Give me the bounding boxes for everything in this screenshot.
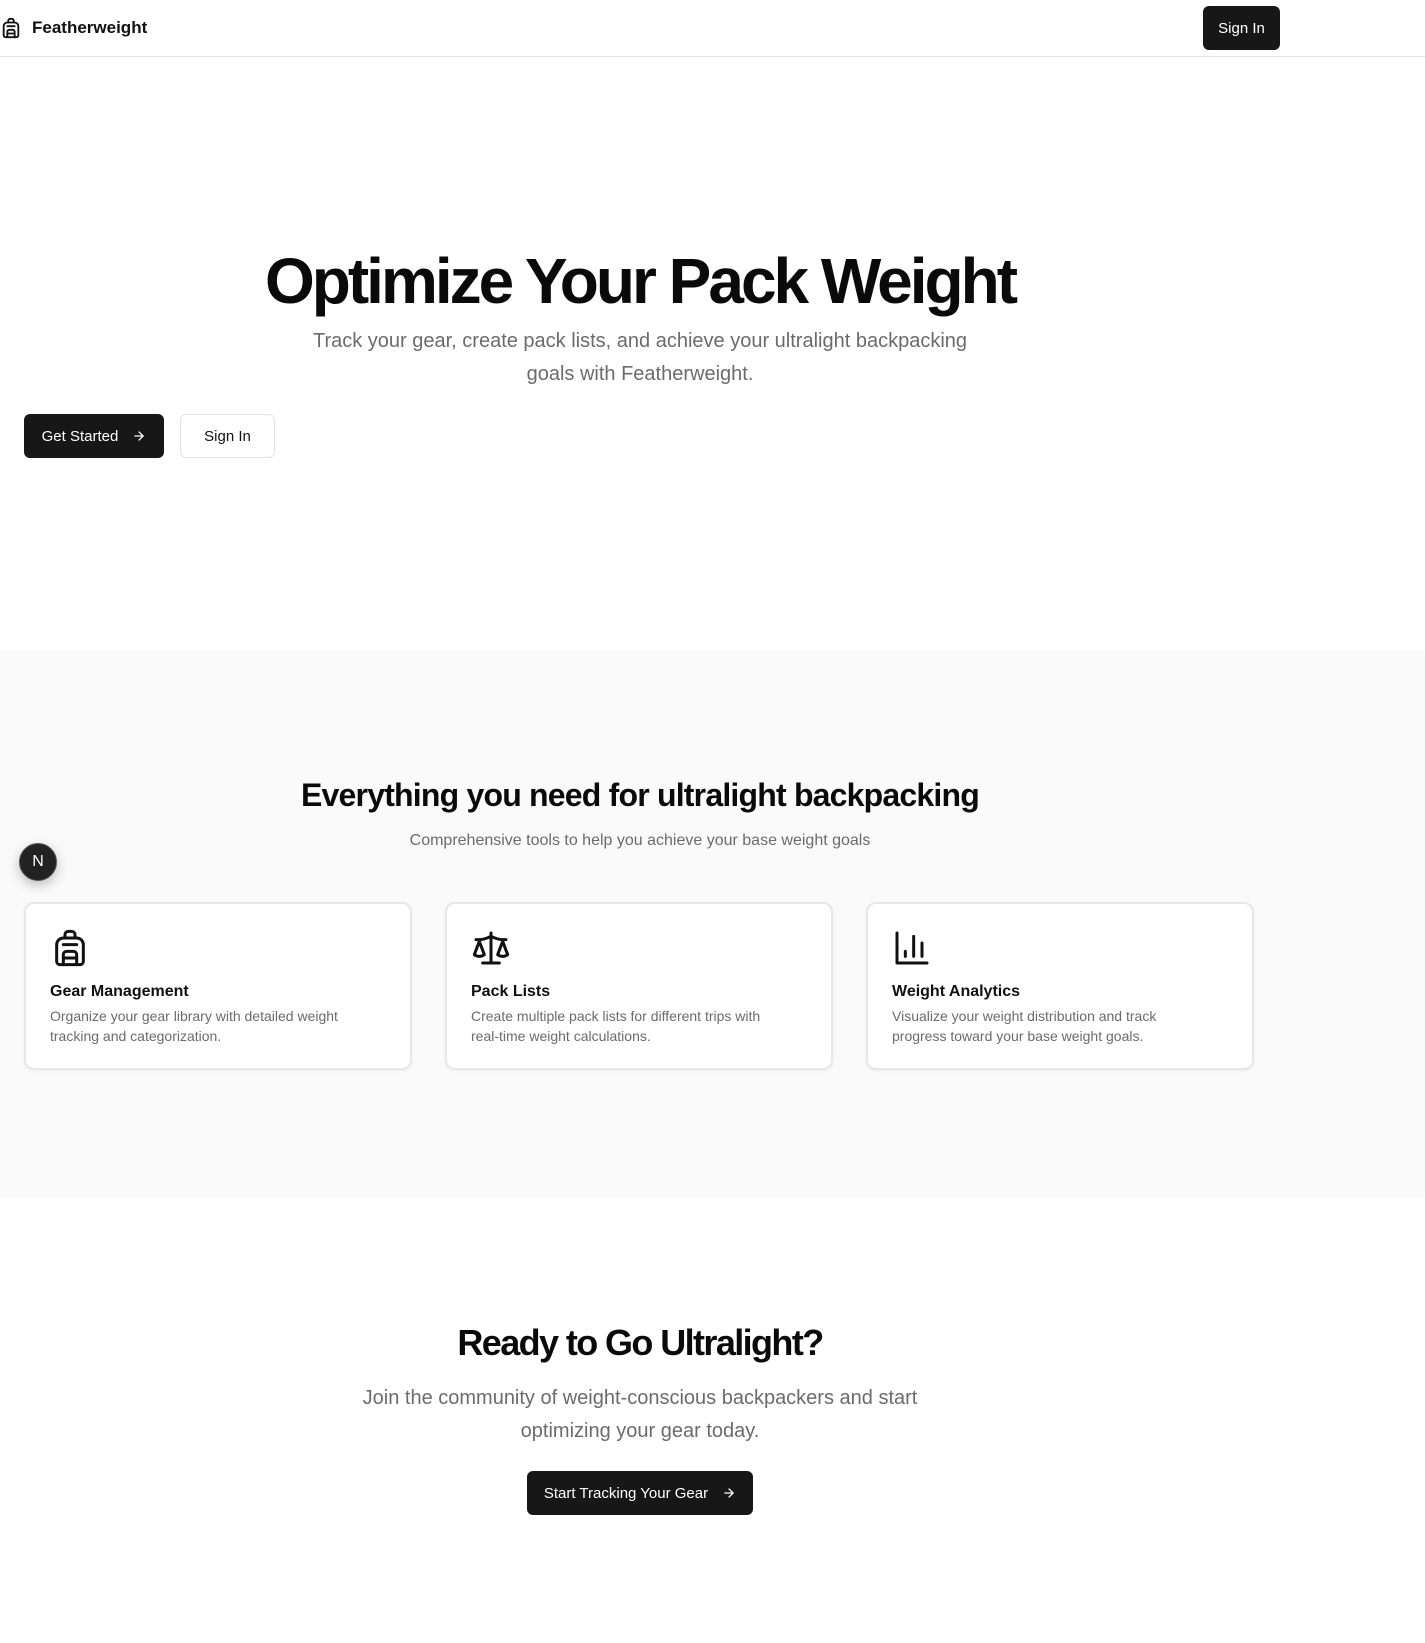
get-started-label: Get Started <box>41 427 119 445</box>
features-subtitle: Comprehensive tools to help you achieve … <box>409 832 871 849</box>
cta-subtitle: Join the community of weight-conscious b… <box>362 1387 918 1442</box>
bar-chart-icon <box>892 928 932 968</box>
cta-title: Ready to Go Ultralight? <box>457 1322 824 1363</box>
start-tracking-button[interactable]: Start Tracking Your Gear <box>527 1471 753 1515</box>
feature-card-title: Weight Analytics <box>892 983 1021 1000</box>
feature-card-gear-management: Gear Management Organize your gear libra… <box>24 902 412 1070</box>
feature-card-description: Visualize your weight distribution and t… <box>892 1008 1157 1044</box>
dev-tools-badge[interactable]: N <box>19 843 57 881</box>
hero-title: Optimize Your Pack Weight <box>264 245 1018 317</box>
start-tracking-label: Start Tracking Your Gear <box>543 1484 709 1502</box>
hero-sign-in-button[interactable]: Sign In <box>180 414 275 458</box>
feature-card-title: Pack Lists <box>471 983 551 1000</box>
arrow-right-icon <box>722 1486 736 1500</box>
feature-card-title: Gear Management <box>50 983 189 1000</box>
brand[interactable]: Featherweight <box>0 14 147 42</box>
feature-card-description: Organize your gear library with detailed… <box>50 1008 338 1044</box>
hero-subtitle: Track your gear, create pack lists, and … <box>312 330 968 385</box>
backpack-icon <box>50 928 90 968</box>
site-header: Featherweight Sign In <box>0 0 1425 57</box>
arrow-right-icon <box>132 429 146 443</box>
brand-name: Featherweight <box>32 18 148 37</box>
backpack-icon <box>0 16 22 40</box>
hero-sign-in-label: Sign In <box>204 427 251 445</box>
features-title: Everything you need for ultralight backp… <box>301 777 980 813</box>
get-started-button[interactable]: Get Started <box>24 414 164 458</box>
scale-icon <box>471 928 511 968</box>
feature-card-weight-analytics: Weight Analytics Visualize your weight d… <box>866 902 1254 1070</box>
features-section: Everything you need for ultralight backp… <box>0 650 1425 1198</box>
feature-card-description: Create multiple pack lists for different… <box>471 1008 761 1044</box>
header-sign-in-button[interactable]: Sign In <box>1203 6 1280 50</box>
feature-card-pack-lists: Pack Lists Create multiple pack lists fo… <box>445 902 833 1070</box>
